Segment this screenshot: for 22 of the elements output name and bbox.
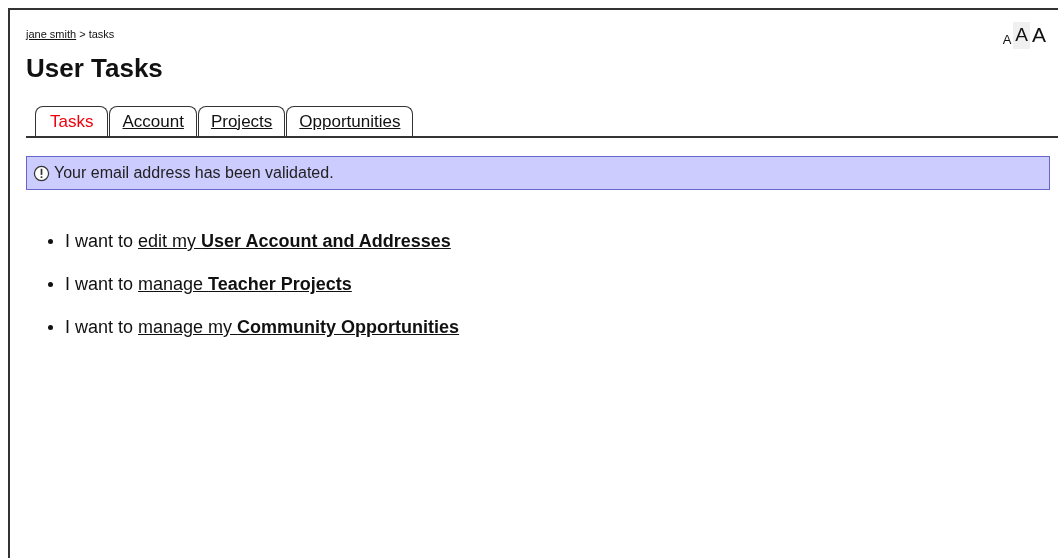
task-link[interactable]: manage my Community Opportunities [138, 314, 460, 341]
tab[interactable]: Tasks [35, 105, 109, 136]
page-title: User Tasks [26, 51, 163, 85]
bullet-icon [48, 325, 53, 330]
task-text: I want to [65, 230, 135, 253]
task-text: I want to [65, 273, 135, 296]
text-size-button[interactable]: A [1030, 20, 1048, 50]
breadcrumb-link[interactable]: jane smith [26, 28, 77, 40]
task-link[interactable]: edit my User Account and Addresses [138, 228, 451, 255]
bullet-icon [48, 239, 53, 244]
info-icon [33, 164, 50, 182]
task-link[interactable]: manage Teacher Projects [138, 271, 352, 298]
text-size-button[interactable]: A [1000, 29, 1014, 50]
breadcrumb-separator: > [78, 28, 87, 40]
tab[interactable]: Projects [197, 105, 286, 136]
task-text: I want to [65, 316, 135, 339]
alert-message: Your email address has been validated. [54, 163, 334, 183]
breadcrumb-current: tasks [88, 28, 115, 40]
tab[interactable]: Opportunities [286, 105, 414, 136]
tab[interactable]: Account [109, 105, 197, 136]
text-size-button[interactable]: A [1013, 22, 1030, 50]
bullet-icon [48, 282, 53, 287]
